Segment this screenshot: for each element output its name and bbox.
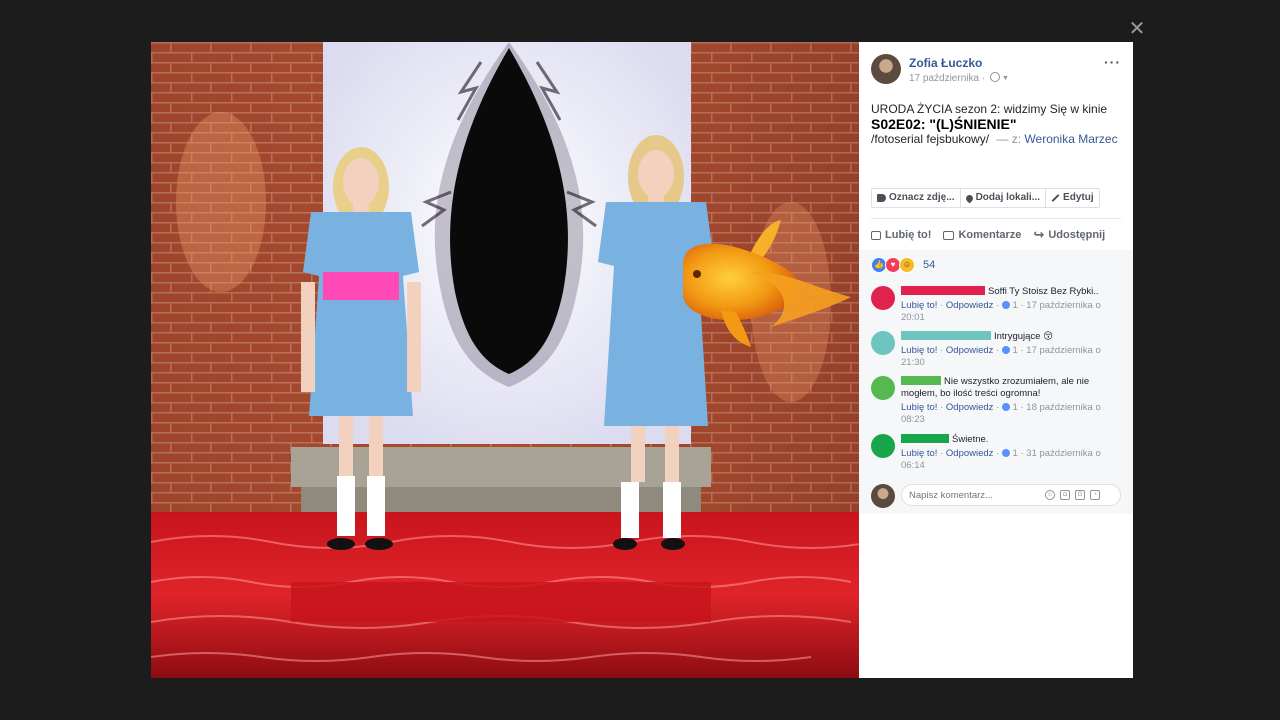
post-actions-row: Lubię to! Komentarze ↪ Udostępnij bbox=[871, 226, 1121, 244]
comments-list: Soffi Ty Stoisz Bez Rybki.. Lubię to! · … bbox=[859, 276, 1133, 478]
comment-text: Intrygujące 😚 bbox=[994, 331, 1054, 342]
composer-icons: ☺ ◘ G ◔ bbox=[1045, 490, 1100, 500]
comment-text: Soffi Ty Stoisz Bez Rybki.. bbox=[988, 286, 1099, 297]
like-button[interactable]: Lubię to! bbox=[871, 226, 931, 244]
chevron-down-icon[interactable]: ▼ bbox=[1002, 75, 1009, 82]
reaction-count[interactable]: 54 bbox=[923, 259, 935, 271]
reactions-bar[interactable]: 👍 ♥ ☺ 54 bbox=[859, 250, 1133, 276]
photo-actions-bar: Oznacz zdję... Dodaj lokali... Edytuj bbox=[871, 188, 1100, 208]
tagged-person-link[interactable]: Weronika Marzec bbox=[1024, 132, 1117, 146]
like-label: Lubię to! bbox=[885, 229, 932, 241]
like-count-icon bbox=[1001, 301, 1010, 309]
location-pin-icon bbox=[964, 193, 975, 203]
post-date: 17 października · ▼ bbox=[909, 72, 1009, 84]
post-photo[interactable] bbox=[151, 42, 859, 678]
comment-reply-link[interactable]: Odpowiedz bbox=[946, 300, 994, 311]
sticker-icon[interactable]: ◔ bbox=[1090, 490, 1100, 500]
comment-body: Soffi Ty Stoisz Bez Rybki.. Lubię to! · … bbox=[901, 286, 1127, 324]
tag-photo-button[interactable]: Oznacz zdję... bbox=[872, 189, 961, 207]
like-count-icon bbox=[1001, 449, 1010, 457]
comment-meta-separator: · bbox=[940, 448, 944, 459]
thumbs-up-icon bbox=[871, 230, 881, 240]
comment-meta-separator: · bbox=[996, 345, 1000, 356]
comment-like-count[interactable]: 1 bbox=[1013, 345, 1018, 356]
post-side-panel: Zofia Łuczko 17 października · ▼ ··· URO… bbox=[859, 42, 1133, 678]
comment-meta-separator: · bbox=[996, 300, 1000, 311]
add-location-button[interactable]: Dodaj lokali... bbox=[961, 189, 1047, 207]
comment-body: Nie wszystko zrozumiałem, ale nie mogłem… bbox=[901, 376, 1127, 426]
comment-composer: ☺ ◘ G ◔ bbox=[859, 478, 1133, 514]
redacted-name bbox=[901, 434, 949, 443]
pencil-icon bbox=[1051, 194, 1060, 202]
comment-meta-separator: · bbox=[996, 448, 1000, 459]
author-name[interactable]: Zofia Łuczko bbox=[909, 56, 982, 70]
with-label: — z: bbox=[996, 132, 1022, 146]
camera-icon[interactable]: ◘ bbox=[1060, 490, 1070, 500]
comment-reply-link[interactable]: Odpowiedz bbox=[946, 402, 994, 413]
add-location-label: Dodaj lokali... bbox=[975, 192, 1041, 203]
comment-label: Komentarze bbox=[958, 229, 1022, 241]
close-icon[interactable]: ✕ bbox=[1128, 19, 1146, 39]
like-count-icon bbox=[1001, 403, 1010, 411]
comment-meta-separator: · bbox=[940, 402, 944, 413]
globe-icon[interactable] bbox=[989, 72, 1000, 82]
redacted-name bbox=[901, 331, 991, 340]
divider bbox=[871, 218, 1121, 219]
tag-photo-label: Oznacz zdję... bbox=[889, 192, 955, 203]
comment-like-count[interactable]: 1 bbox=[1013, 448, 1018, 459]
comment-body: Świetne. Lubię to! · Odpowiedz · 1 · 31 … bbox=[901, 434, 1127, 472]
comment-body: Intrygujące 😚 Lubię to! · Odpowiedz · 1 … bbox=[901, 331, 1127, 369]
comment-avatar[interactable] bbox=[871, 286, 895, 310]
edit-label: Edytuj bbox=[1063, 192, 1094, 203]
post-text-line1: URODA ŻYCIA sezon 2: widzimy Się w kinie bbox=[871, 102, 1108, 116]
comment-meta: Lubię to! · Odpowiedz · 1 · 17 październ… bbox=[901, 345, 1127, 369]
date-separator: · bbox=[981, 73, 986, 84]
comment-meta-separator: · bbox=[1020, 448, 1024, 459]
tag-icon bbox=[877, 194, 886, 202]
post-text-line3: /fotoserial fejsbukowy/ — z: Weronika Ma… bbox=[871, 132, 1118, 146]
comment-meta-separator: · bbox=[940, 345, 944, 356]
comment-avatar[interactable] bbox=[871, 331, 895, 355]
comment-text: Świetne. bbox=[952, 434, 989, 445]
comment-reply-link[interactable]: Odpowiedz bbox=[946, 448, 994, 459]
my-avatar bbox=[871, 484, 895, 508]
comment-meta-separator: · bbox=[1020, 300, 1024, 311]
post-text-subtitle: /fotoserial fejsbukowy/ bbox=[871, 132, 990, 146]
comment-like-count[interactable]: 1 bbox=[1013, 402, 1018, 413]
haha-reaction-icon: ☺ bbox=[899, 257, 915, 273]
comment-like-link[interactable]: Lubię to! bbox=[901, 402, 937, 413]
edit-button[interactable]: Edytuj bbox=[1046, 189, 1099, 207]
more-options-icon[interactable]: ··· bbox=[1104, 54, 1121, 70]
comment-icon bbox=[943, 230, 955, 240]
comment-like-link[interactable]: Lubię to! bbox=[901, 345, 937, 356]
comment-avatar[interactable] bbox=[871, 376, 895, 400]
redacted-name bbox=[901, 376, 941, 385]
share-icon: ↪ bbox=[1033, 227, 1045, 242]
comment-meta: Lubię to! · Odpowiedz · 1 · 17 październ… bbox=[901, 300, 1127, 324]
author-avatar[interactable] bbox=[871, 54, 901, 84]
comment-like-link[interactable]: Lubię to! bbox=[901, 300, 937, 311]
comment-like-link[interactable]: Lubię to! bbox=[901, 448, 937, 459]
like-count-icon bbox=[1001, 346, 1010, 354]
comment-meta: Lubię to! · Odpowiedz · 1 · 31 październ… bbox=[901, 448, 1127, 472]
share-label: Udostępnij bbox=[1048, 229, 1106, 241]
comment-reply-link[interactable]: Odpowiedz bbox=[946, 345, 994, 356]
post-text-title: S02E02: "(L)ŚNIENIE" bbox=[871, 116, 1017, 132]
photo-artwork bbox=[151, 42, 859, 678]
post-date-text[interactable]: 17 października bbox=[909, 73, 979, 84]
gif-icon[interactable]: G bbox=[1075, 490, 1085, 500]
redacted-name bbox=[901, 286, 985, 295]
emoji-icon[interactable]: ☺ bbox=[1045, 490, 1055, 500]
comment-meta-separator: · bbox=[1020, 402, 1024, 413]
comment-meta-separator: · bbox=[1020, 345, 1024, 356]
comment-meta-separator: · bbox=[940, 300, 944, 311]
comment-like-count[interactable]: 1 bbox=[1013, 300, 1018, 311]
comment-meta-separator: · bbox=[996, 402, 1000, 413]
comment-button[interactable]: Komentarze bbox=[943, 226, 1021, 244]
comment-meta: Lubię to! · Odpowiedz · 1 · 18 październ… bbox=[901, 402, 1127, 426]
comment-avatar[interactable] bbox=[871, 434, 895, 458]
share-button[interactable]: ↪ Udostępnij bbox=[1033, 226, 1105, 244]
